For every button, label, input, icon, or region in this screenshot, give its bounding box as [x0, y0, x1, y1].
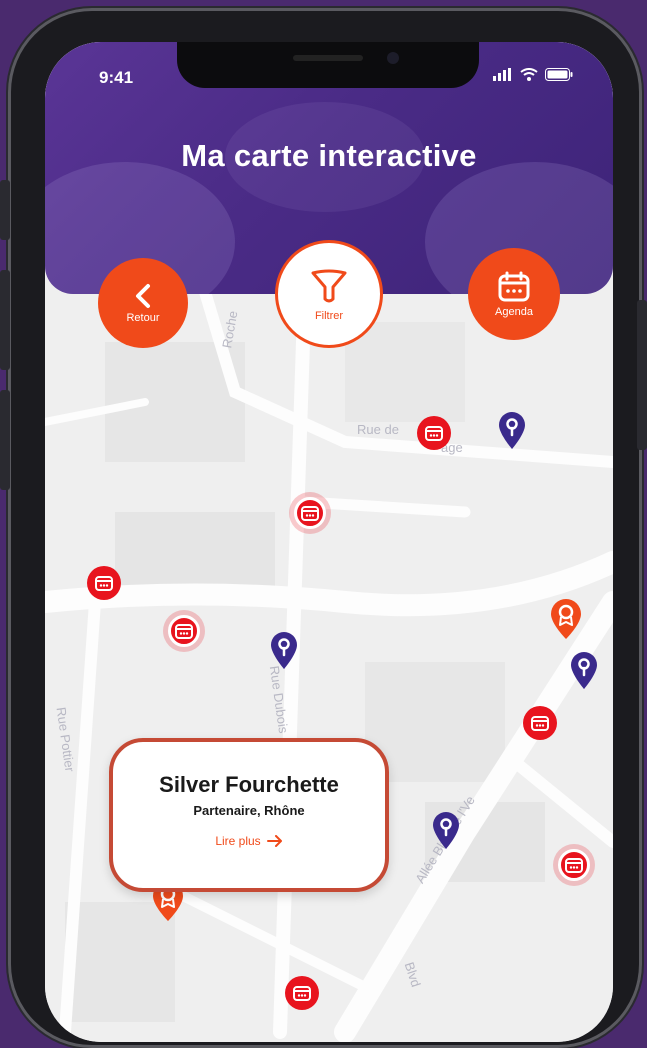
- battery-icon: [545, 68, 573, 81]
- calendar-marker-icon[interactable]: [553, 844, 595, 886]
- page-title: Ma carte interactive: [181, 138, 477, 173]
- side-button: [637, 300, 647, 450]
- filter-icon: [311, 269, 347, 302]
- location-pin-icon[interactable]: [569, 650, 599, 695]
- calendar-marker-icon[interactable]: [87, 566, 121, 600]
- side-button: [0, 180, 10, 240]
- side-button: [0, 270, 10, 370]
- badge-marker-icon[interactable]: [549, 598, 583, 645]
- popup-title: Silver Fourchette: [159, 772, 339, 797]
- filter-button[interactable]: Filtrer: [275, 240, 383, 348]
- agenda-button[interactable]: Agenda: [468, 248, 560, 340]
- calendar-marker-icon[interactable]: [289, 492, 331, 534]
- notch: [177, 42, 479, 88]
- back-label: Retour: [126, 311, 160, 324]
- location-pin-icon[interactable]: [431, 810, 461, 855]
- place-popup-card[interactable]: Silver Fourchette Partenaire, Rhône Lire…: [109, 738, 389, 892]
- agenda-label: Agenda: [495, 305, 533, 318]
- back-button[interactable]: Retour: [98, 258, 188, 348]
- arrow-right-icon: [266, 835, 282, 847]
- location-pin-icon[interactable]: [497, 410, 527, 455]
- popup-subtitle: Partenaire, Rhône: [193, 803, 305, 818]
- calendar-marker-icon[interactable]: [285, 976, 319, 1010]
- chevron-left-icon: [136, 283, 150, 308]
- side-button: [0, 390, 10, 490]
- status-icons: [493, 68, 573, 81]
- calendar-marker-icon[interactable]: [163, 610, 205, 652]
- street-label: Rue de: [357, 422, 399, 437]
- wifi-icon: [520, 68, 538, 81]
- status-time: 9:41: [99, 68, 134, 87]
- calendar-marker-icon[interactable]: [523, 706, 557, 740]
- read-more-label: Lire plus: [215, 834, 261, 848]
- filter-label: Filtrer: [314, 309, 344, 322]
- read-more-link[interactable]: Lire plus: [215, 834, 282, 848]
- location-pin-icon[interactable]: [269, 630, 299, 675]
- calendar-icon: [498, 271, 530, 301]
- phone-screen: Rue de age Roche Rue Pottier Rue Dubois …: [45, 42, 613, 1042]
- calendar-marker-icon[interactable]: [417, 416, 451, 450]
- signal-icon: [493, 68, 511, 81]
